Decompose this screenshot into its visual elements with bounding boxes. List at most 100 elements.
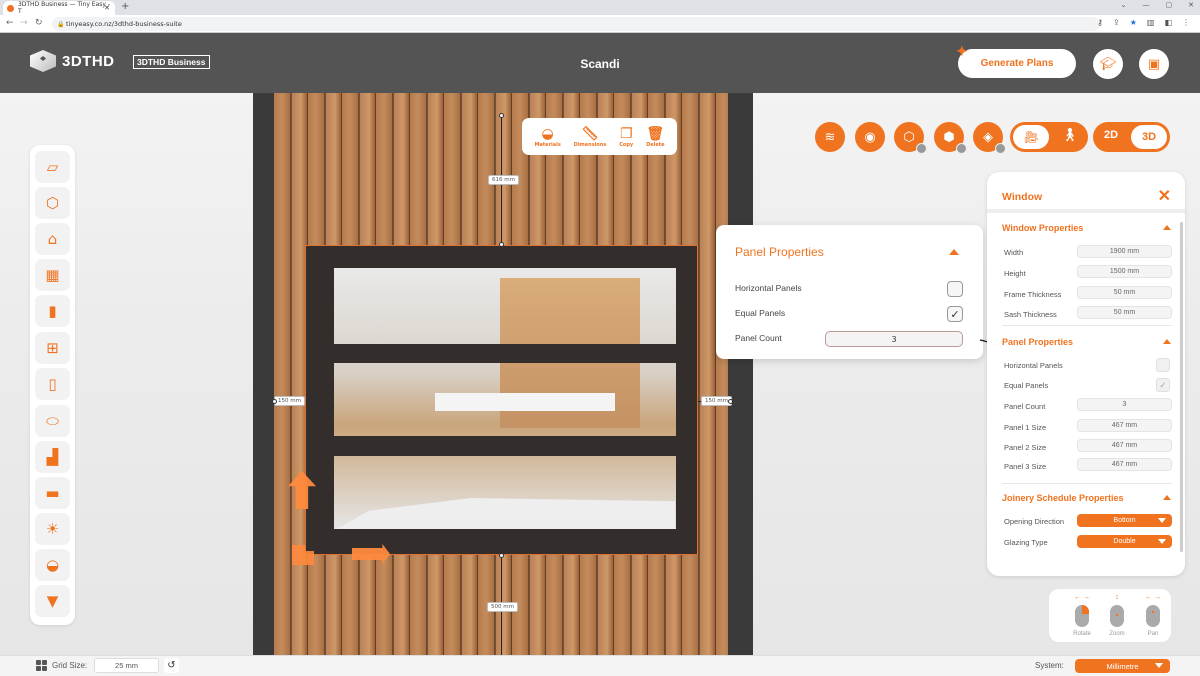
window-sash-bottom bbox=[319, 529, 685, 543]
dimension-handle[interactable] bbox=[499, 113, 504, 118]
dimension-label-left[interactable]: 150 mm bbox=[274, 396, 305, 406]
forward-icon[interactable]: → bbox=[20, 18, 28, 28]
menu-icon[interactable]: ⋮ bbox=[1182, 18, 1190, 27]
tool-windows[interactable]: ⊞ bbox=[35, 332, 70, 364]
pan-label: Pan bbox=[1147, 631, 1159, 637]
copy-button[interactable]: ❐ Copy bbox=[619, 126, 633, 148]
panel-count-input[interactable]: 3 bbox=[1077, 398, 1172, 411]
object-toolbar: ◒ Materials 📏︎ Dimensions ❐ Copy 🗑︎ Delete bbox=[522, 118, 677, 155]
panel-3-size-input[interactable]: 467 mm bbox=[1077, 458, 1172, 471]
panel-count-input[interactable]: 3 bbox=[825, 331, 963, 347]
dimension-label-top[interactable]: 616 mm bbox=[488, 175, 519, 185]
view-floor-button[interactable]: ⬢ bbox=[934, 122, 967, 154]
view-badge-icon bbox=[956, 143, 967, 154]
camera-mode-toggle[interactable]: 🎥︎ 🚶︎ bbox=[1010, 122, 1088, 152]
bookmark-star-icon[interactable]: ★ bbox=[1130, 18, 1137, 27]
reload-icon[interactable]: ↻ bbox=[35, 18, 43, 28]
back-icon[interactable]: ← bbox=[6, 18, 14, 28]
delete-button[interactable]: 🗑︎ Delete bbox=[646, 126, 664, 148]
tool-roof[interactable]: ⌂ bbox=[35, 223, 70, 255]
system-label: System: bbox=[1035, 661, 1064, 670]
glazing-type-label: Glazing Type bbox=[1004, 538, 1048, 547]
dimension-mode-toggle[interactable]: 2D 3D bbox=[1093, 122, 1170, 152]
generate-plans-button[interactable]: ✦ Generate Plans bbox=[956, 43, 1076, 78]
sash-thickness-input[interactable]: 50 mm bbox=[1077, 306, 1172, 319]
tool-stairs[interactable]: ▟ bbox=[35, 441, 70, 473]
url-field[interactable]: 🔒 tinyeasy.co.nz/3dthd-business-suite bbox=[52, 17, 1100, 31]
profile-icon[interactable]: ◧ bbox=[1164, 18, 1172, 27]
tool-lighting[interactable]: ☀ bbox=[35, 513, 70, 545]
view-walls-button[interactable]: ⬡ bbox=[894, 122, 927, 154]
maximize-icon[interactable]: ▢ bbox=[1166, 1, 1173, 9]
view-section-button[interactable]: ◈ bbox=[973, 122, 1006, 154]
sidebar-icon[interactable]: ▥ bbox=[1147, 18, 1155, 27]
dimension-handle[interactable] bbox=[272, 399, 277, 404]
window-close-icon[interactable]: ✕ bbox=[1188, 1, 1194, 9]
glazing-type-select[interactable]: Double bbox=[1077, 535, 1172, 548]
equal-panels-checkbox[interactable]: ✓ bbox=[947, 306, 963, 322]
view-badge-icon bbox=[916, 143, 927, 154]
measure-tape-button[interactable]: ◉ bbox=[855, 122, 885, 152]
grid-size-input[interactable]: 25 mm bbox=[94, 658, 159, 673]
close-panel-icon[interactable]: ✕ bbox=[1158, 186, 1171, 206]
tool-floor-base[interactable]: ⏥ bbox=[35, 151, 70, 183]
height-label: Height bbox=[1004, 269, 1026, 278]
window-properties-heading[interactable]: Window Properties bbox=[1002, 223, 1083, 233]
panel-count-label: Panel Count bbox=[1004, 402, 1046, 411]
materials-button[interactable]: ◒ Materials bbox=[534, 126, 560, 148]
mode-2d[interactable]: 2D bbox=[1104, 129, 1118, 141]
dimensions-button[interactable]: 📏︎ Dimensions bbox=[574, 126, 607, 148]
collapse-caret-icon[interactable] bbox=[1163, 339, 1171, 344]
joinery-heading[interactable]: Joinery Schedule Properties bbox=[1002, 493, 1124, 503]
key-icon[interactable]: ⚷ bbox=[1097, 18, 1103, 27]
panel-scrollbar[interactable] bbox=[1180, 222, 1183, 552]
tab-search-icon[interactable]: ⌄ bbox=[1121, 1, 1127, 9]
tool-floor[interactable]: ⬭ bbox=[35, 405, 70, 437]
frame-thickness-input[interactable]: 50 mm bbox=[1077, 286, 1172, 299]
panel-2-size-input[interactable]: 467 mm bbox=[1077, 439, 1172, 452]
opening-direction-select[interactable]: Bottom bbox=[1077, 514, 1172, 527]
tool-deck[interactable]: ▦ bbox=[35, 259, 70, 291]
tutorial-button[interactable]: 🎓︎ bbox=[1093, 49, 1123, 79]
tool-furniture[interactable]: ▬ bbox=[35, 477, 70, 509]
sparkle-icon: ✦ bbox=[956, 43, 968, 59]
new-tab-button[interactable]: + bbox=[121, 1, 129, 12]
panel-1-size-input[interactable]: 467 mm bbox=[1077, 419, 1172, 432]
materials-label: Materials bbox=[534, 141, 561, 148]
mouse-controls-help: ← → Rotate ↕ Zoom ← → Pan bbox=[1049, 589, 1171, 642]
collapse-caret-icon[interactable] bbox=[1163, 225, 1171, 230]
dimension-handle[interactable] bbox=[499, 242, 504, 247]
width-input[interactable]: 1900 mm bbox=[1077, 245, 1172, 258]
dropdown-arrow-icon bbox=[1158, 539, 1166, 544]
orbit-camera-icon[interactable]: 🎥︎ bbox=[1013, 125, 1049, 149]
vertical-arrows-icon: ↕ bbox=[1115, 594, 1119, 601]
horizontal-panels-checkbox[interactable] bbox=[947, 281, 963, 297]
reset-grid-button[interactable]: ↺ bbox=[164, 658, 179, 673]
layers-button[interactable]: ≋ bbox=[815, 122, 845, 152]
horizontal-panels-checkbox[interactable] bbox=[1156, 358, 1170, 372]
mode-3d[interactable]: 3D bbox=[1131, 125, 1167, 149]
dimension-handle[interactable] bbox=[499, 553, 504, 558]
collapse-caret-icon[interactable] bbox=[949, 249, 959, 255]
share-icon[interactable]: ⇪ bbox=[1113, 18, 1120, 27]
equal-panels-checkbox[interactable]: ✓ bbox=[1156, 378, 1170, 392]
window-sash-divider-1 bbox=[319, 344, 685, 363]
save-button[interactable]: ▣ bbox=[1139, 49, 1169, 79]
reset-icon: ↺ bbox=[167, 660, 176, 671]
tool-paint[interactable]: ◒ bbox=[35, 549, 70, 581]
collapse-caret-icon[interactable] bbox=[1163, 495, 1171, 500]
tool-bookmark[interactable]: ▼ bbox=[35, 585, 70, 617]
dimension-handle[interactable] bbox=[728, 399, 733, 404]
height-input[interactable]: 1500 mm bbox=[1077, 265, 1172, 278]
minimize-icon[interactable]: — bbox=[1143, 1, 1150, 9]
unit-system-select[interactable]: Millimetre bbox=[1075, 659, 1170, 673]
tool-walls[interactable]: ⬡ bbox=[35, 187, 70, 219]
dimension-label-bottom[interactable]: 500 mm bbox=[487, 602, 518, 612]
tool-doors[interactable]: ▮ bbox=[35, 295, 70, 327]
walk-mode-icon[interactable]: 🚶︎ bbox=[1061, 128, 1078, 143]
mouse-scroll-icon bbox=[1110, 605, 1124, 627]
panel-properties-heading[interactable]: Panel Properties bbox=[1002, 337, 1073, 347]
browser-tab[interactable]: 3DTHD Business — Tiny Easy - T ✕ bbox=[3, 1, 115, 15]
tool-panels[interactable]: ▯ bbox=[35, 368, 70, 400]
close-tab-icon[interactable]: ✕ bbox=[104, 4, 110, 12]
